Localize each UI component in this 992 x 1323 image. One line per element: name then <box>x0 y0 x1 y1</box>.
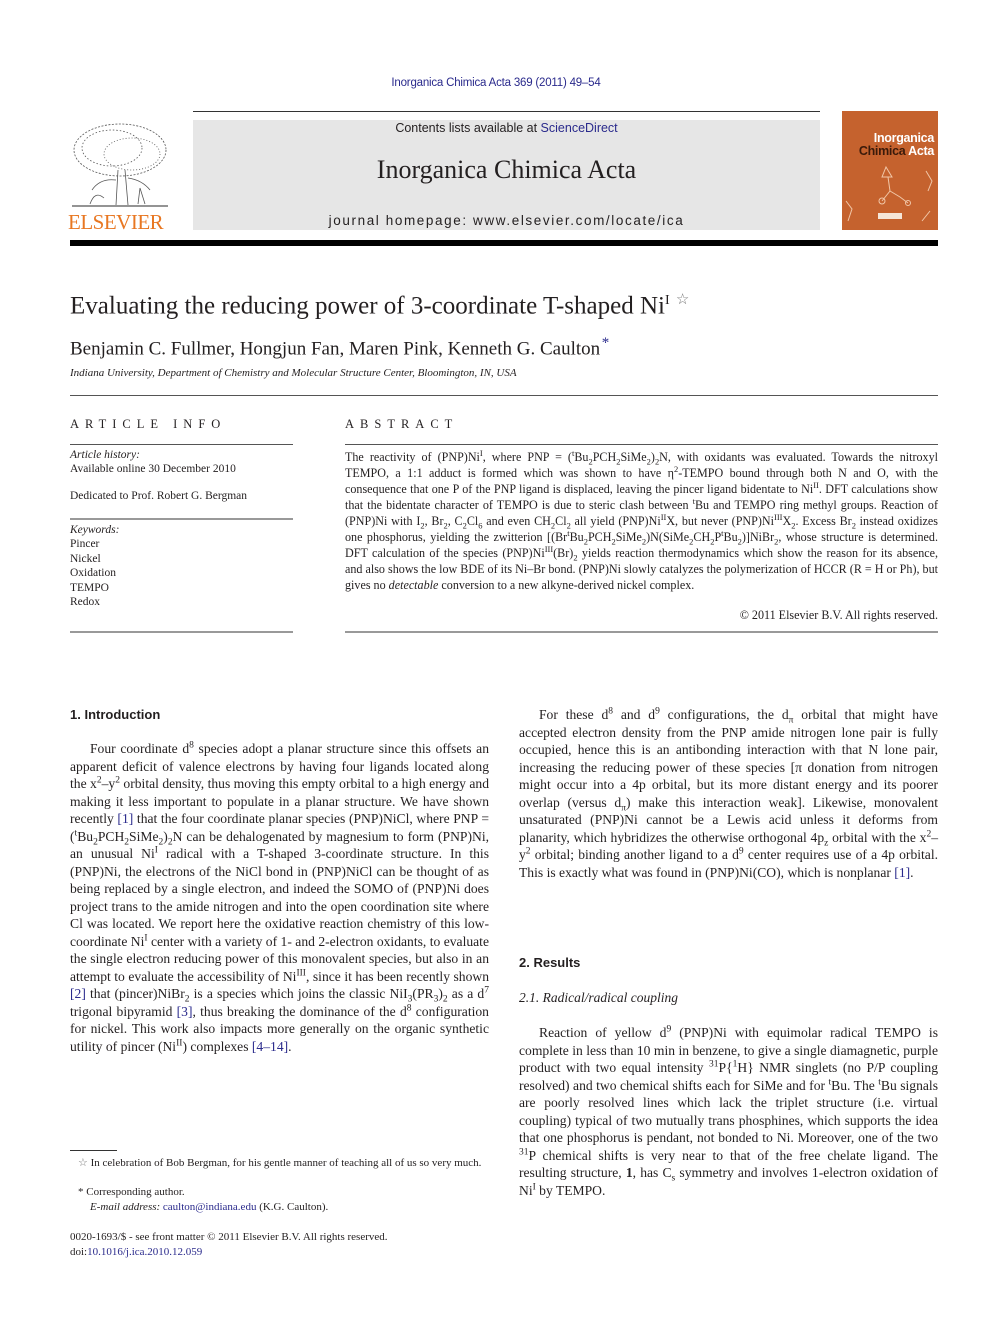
journal-citation[interactable]: Inorganica Chimica Acta 369 (2011) 49–54 <box>0 77 992 89</box>
footnote-star: ☆ In celebration of Bob Bergman, for his… <box>78 1157 482 1169</box>
title-footnote-star-icon[interactable]: ☆ <box>676 292 689 308</box>
article-history-label: Article history: <box>70 449 140 461</box>
journal-masthead: Contents lists available at ScienceDirec… <box>193 120 820 230</box>
article-info-bottom-rule <box>70 631 293 633</box>
email-link[interactable]: caulton@indiana.edu <box>163 1201 257 1213</box>
sciencedirect-link[interactable]: ScienceDirect <box>541 121 618 135</box>
keyword: TEMPO <box>70 581 109 594</box>
keywords-list: Pincer Nickel Oxidation TEMPO Redox <box>70 537 116 610</box>
article-title: Evaluating the reducing power of 3-coord… <box>70 292 690 320</box>
keyword: Redox <box>70 596 101 608</box>
footnote-email: E-mail address: caulton@indiana.edu (K.G… <box>90 1201 329 1213</box>
reference-link-3[interactable]: [3] <box>177 1004 193 1019</box>
article-info-heading: ARTICLE INFO <box>70 417 227 431</box>
reference-link-2[interactable]: [2] <box>70 986 86 1001</box>
keywords-label: Keywords: <box>70 524 120 536</box>
section-heading-introduction: 1. Introduction <box>70 707 161 722</box>
journal-cover-image: Inorganica Chimica Acta <box>842 111 938 230</box>
contents-availability: Contents lists available at ScienceDirec… <box>193 121 820 135</box>
abstract-bottom-rule <box>345 631 938 633</box>
journal-homepage[interactable]: journal homepage: www.elsevier.com/locat… <box>193 213 820 228</box>
keyword: Pincer <box>70 538 100 550</box>
author-affiliation: Indiana University, Department of Chemis… <box>70 367 517 379</box>
author-list: Benjamin C. Fullmer, Hongjun Fan, Maren … <box>70 335 610 360</box>
keyword: Nickel <box>70 552 101 565</box>
introduction-paragraph: Four coordinate d8 species adopt a plana… <box>70 740 490 1054</box>
keyword: Oxidation <box>70 567 116 579</box>
corresponding-author-mark[interactable]: * <box>602 335 610 351</box>
doi-line: doi:10.1016/j.ica.2010.12.059 <box>70 1246 203 1258</box>
cover-title-line1: Inorganica <box>873 131 935 145</box>
introduction-paragraph-continued: For these d8 and d9 configurations, the … <box>519 706 938 880</box>
header-thick-rule <box>70 240 938 246</box>
elsevier-tree-logo-icon <box>72 123 168 207</box>
article-history-value: Available online 30 December 2010 <box>70 463 236 475</box>
dedication: Dedicated to Prof. Robert G. Bergman <box>70 490 248 502</box>
cover-molecule-icon <box>845 165 933 222</box>
reference-link-1[interactable]: [1] <box>117 811 133 826</box>
reference-link-1b[interactable]: [1] <box>894 865 910 880</box>
subsection-heading-radical-coupling: 2.1. Radical/radical coupling <box>519 990 678 1005</box>
elsevier-logo-text: ELSEVIER <box>68 210 164 234</box>
doi-link[interactable]: 10.1016/j.ica.2010.12.059 <box>87 1246 202 1258</box>
journal-name: Inorganica Chimica Acta <box>376 155 637 184</box>
reference-link-4-14[interactable]: [4–14] <box>252 1039 288 1054</box>
title-rule <box>70 395 938 396</box>
section-heading-results: 2. Results <box>519 955 581 970</box>
cover-title-line2: Chimica Acta <box>858 144 934 158</box>
results-paragraph: Reaction of yellow d9 (PNP)Ni with equim… <box>519 1024 939 1198</box>
abstract-rule <box>345 444 938 445</box>
abstract-text: The reactivity of (PNP)NiI, where PNP = … <box>345 447 939 592</box>
abstract-copyright: © 2011 Elsevier B.V. All rights reserved… <box>739 608 938 622</box>
keywords-rule <box>70 518 293 520</box>
abstract-heading: ABSTRACT <box>345 417 459 431</box>
footnote-corresponding: * Corresponding author. <box>78 1186 185 1198</box>
front-matter-notice: 0020-1693/$ - see front matter © 2011 El… <box>70 1231 388 1243</box>
footnote-star-icon: ☆ <box>78 1157 88 1169</box>
header-rule <box>193 111 820 112</box>
contents-prefix: Contents lists available at <box>395 121 541 135</box>
article-info-rule <box>70 444 293 445</box>
footnote-rule <box>70 1150 117 1151</box>
